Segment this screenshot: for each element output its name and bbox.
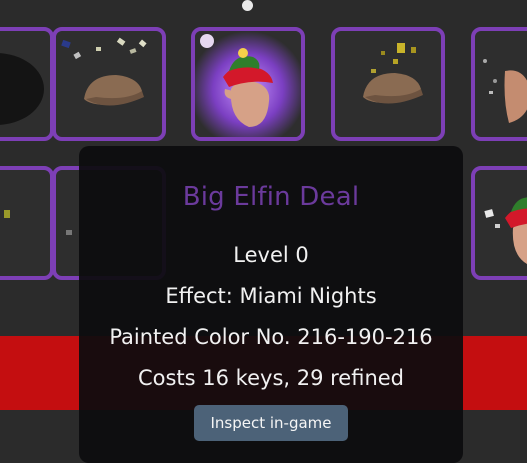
item-effect: Effect: Miami Nights	[165, 284, 377, 308]
item-level: Level 0	[233, 243, 309, 267]
item-tooltip: Big Elfin Deal Level 0 Effect: Miami Nig…	[79, 146, 463, 463]
inspect-in-game-button[interactable]: Inspect in-game	[194, 405, 348, 441]
flat-cap-confetti-icon	[61, 37, 147, 106]
inventory-slot[interactable]	[191, 27, 305, 141]
inventory-slot[interactable]	[0, 166, 54, 280]
elf-hat-character-icon	[484, 197, 527, 264]
page-indicator-dot[interactable]	[242, 0, 253, 11]
inventory-slot[interactable]	[52, 27, 166, 141]
item-cost: Costs 16 keys, 29 refined	[137, 366, 405, 390]
inventory-page: Big Elfin Deal Level 0 Effect: Miami Nig…	[0, 0, 527, 463]
flat-cap-gold-icon	[363, 43, 423, 104]
partial-character-icon	[483, 59, 527, 123]
inventory-slot[interactable]	[471, 27, 527, 141]
inventory-slot[interactable]	[471, 166, 527, 280]
inventory-slot[interactable]	[331, 27, 445, 141]
item-name: Big Elfin Deal	[182, 182, 360, 212]
partial-item-icon	[4, 210, 10, 218]
inventory-slot[interactable]	[0, 27, 54, 141]
item-paint: Painted Color No. 216-190-216	[109, 325, 433, 349]
elfin-hat-character-icon	[195, 31, 301, 137]
dark-item-icon	[0, 53, 44, 125]
